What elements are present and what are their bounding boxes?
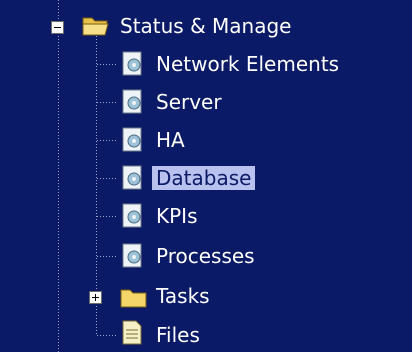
tree-node-ha[interactable]: HA	[152, 123, 189, 157]
tree-node-label: Status & Manage	[120, 14, 292, 38]
tree-branch-line	[97, 216, 117, 217]
tree-node-network-elements[interactable]: Network Elements	[152, 47, 343, 81]
tree-node-status-manage[interactable]: Status & Manage	[116, 9, 295, 43]
tree-node-label: Network Elements	[156, 52, 340, 76]
tree-node-label: Server	[156, 90, 222, 114]
tree-node-label: HA	[156, 128, 185, 152]
tree-node-label: KPIs	[156, 204, 198, 228]
page-gear-icon	[122, 51, 142, 76]
file-icon	[122, 320, 142, 345]
tree-branch-line	[97, 335, 117, 336]
tree-node-kpis[interactable]: KPIs	[152, 199, 202, 233]
expand-toggle[interactable]	[89, 291, 102, 304]
tree-node-label-selected: Database	[152, 166, 256, 190]
tree-node-label: Tasks	[156, 284, 210, 308]
tree-branch-line	[97, 178, 117, 179]
tree-view: Status & Manage Network Elements Server …	[0, 0, 412, 352]
tree-branch-line	[97, 256, 117, 257]
tree-node-files[interactable]: Files	[152, 318, 204, 352]
open-folder-icon	[82, 17, 109, 36]
tree-node-processes[interactable]: Processes	[152, 239, 259, 273]
tree-branch-line	[97, 140, 117, 141]
tree-node-tasks[interactable]: Tasks	[152, 279, 214, 313]
tree-guide-line	[58, 0, 59, 352]
collapse-toggle[interactable]	[51, 21, 64, 34]
page-gear-icon	[122, 203, 142, 228]
tree-branch-line	[97, 64, 117, 65]
page-gear-icon	[122, 243, 142, 268]
page-gear-icon	[122, 165, 142, 190]
tree-node-label: Files	[156, 323, 200, 347]
tree-node-server[interactable]: Server	[152, 85, 226, 119]
tree-branch-line	[97, 102, 117, 103]
page-gear-icon	[122, 89, 142, 114]
tree-node-label: Processes	[156, 244, 255, 268]
folder-icon	[120, 289, 147, 308]
tree-node-database[interactable]: Database	[152, 161, 256, 195]
page-gear-icon	[122, 127, 142, 152]
